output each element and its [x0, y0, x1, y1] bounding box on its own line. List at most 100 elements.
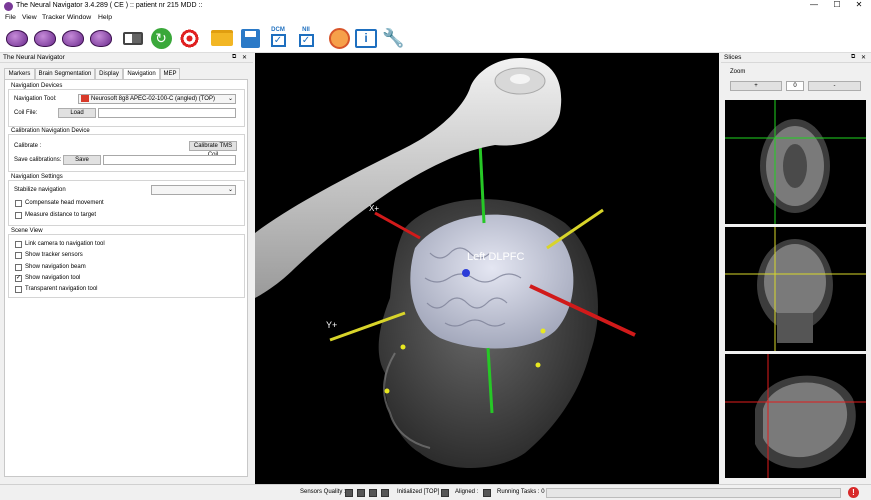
slices-panel: Slices ⧉ ✕ Zoom + 0 -	[721, 53, 871, 484]
tab-brain-segmentation[interactable]: Brain Segmentation	[35, 68, 95, 79]
brain-view-2-button[interactable]	[33, 26, 57, 50]
toggle-icon	[123, 31, 143, 45]
brain-icon	[34, 29, 56, 47]
nav-tool-label: Navigation Tool:	[14, 96, 57, 102]
save-icon	[240, 28, 260, 48]
compensate-label: Compensate head movement	[25, 200, 104, 206]
open-folder-button[interactable]	[210, 26, 234, 50]
coronal-slice[interactable]	[725, 227, 866, 351]
dicom-icon: DCM ✓	[270, 27, 286, 47]
toolbar: ↻ DCM ✓ NII ✓ i 🔧	[0, 24, 871, 53]
measure-distance-label: Measure distance to target	[25, 212, 97, 218]
menu-file[interactable]: File	[5, 14, 16, 21]
running-tasks-label: Running Tasks : 0	[497, 489, 545, 495]
stabilize-label: Stabilize navigation	[14, 187, 66, 193]
measure-distance-checkbox[interactable]	[15, 212, 22, 219]
sensor-indicator	[381, 489, 389, 497]
title-bar: The Neural Navigator 3.4.289 ( CE ) :: p…	[0, 0, 871, 13]
info-button[interactable]: i	[354, 26, 378, 50]
show-navigation-tool-label: Show navigation tool	[25, 275, 81, 281]
sensor-indicator	[345, 489, 353, 497]
coil-file-label: Coil File:	[14, 110, 38, 116]
toggle-view-button[interactable]	[121, 26, 145, 50]
show-navigation-tool-checkbox[interactable]: ✓	[15, 275, 22, 282]
panel-float-icon[interactable]: ⧉	[851, 54, 855, 61]
target-icon	[178, 27, 200, 49]
y-axis-label: Y+	[326, 320, 337, 330]
fiducial-marker	[384, 388, 390, 394]
refresh-icon: ↻	[150, 27, 172, 49]
fiducial-marker	[540, 328, 546, 334]
initialized-label: Initialized [TOP]	[397, 489, 440, 495]
window-title: The Neural Navigator 3.4.289 ( CE ) :: p…	[16, 2, 203, 9]
compensate-checkbox[interactable]	[15, 200, 22, 207]
menu-tracker[interactable]: Tracker	[42, 14, 65, 21]
target-label: Left DLPFC	[467, 251, 525, 263]
patient-button[interactable]	[327, 26, 351, 50]
target-button[interactable]	[177, 26, 201, 50]
close-button[interactable]: ✕	[851, 0, 867, 9]
panel-close-icon[interactable]: ✕	[242, 54, 247, 61]
dicom-import-button[interactable]: DCM ✓	[266, 26, 290, 50]
fiducial-marker	[535, 362, 541, 368]
tab-display[interactable]: Display	[95, 68, 123, 79]
menu-view[interactable]: View	[22, 14, 37, 21]
task-progress-bar	[546, 488, 841, 498]
tab-navigation[interactable]: Navigation	[123, 68, 160, 79]
save-button[interactable]	[238, 26, 262, 50]
panel-float-icon[interactable]: ⧉	[232, 54, 236, 61]
patient-icon	[328, 27, 350, 49]
save-calibration-button[interactable]: Save	[63, 155, 101, 165]
sensors-quality-label: Sensors Quality :	[300, 489, 346, 495]
navigator-panel: The Neural Navigator ⧉ ✕ Markers Brain S…	[0, 53, 253, 484]
zoom-out-button[interactable]: -	[808, 81, 861, 91]
zoom-in-button[interactable]: +	[730, 81, 782, 91]
3d-scene: Left DLPFC X+ Y+	[255, 58, 636, 468]
brain-view-3-button[interactable]	[61, 26, 85, 50]
stabilize-select[interactable]: ⌄	[151, 185, 236, 195]
calibrate-label: Calibrate :	[14, 143, 42, 149]
axial-slice[interactable]	[725, 100, 866, 224]
show-navigation-beam-label: Show navigation beam	[25, 264, 86, 270]
nav-tool-select[interactable]: Neurosoft 8g8 APEC-02-100-C (angled) (TO…	[78, 94, 236, 104]
show-navigation-beam-checkbox[interactable]	[15, 264, 22, 271]
brain-view-4-button[interactable]	[89, 26, 113, 50]
initialized-indicator	[441, 489, 449, 497]
info-icon: i	[355, 28, 377, 48]
zoom-value[interactable]: 0	[786, 81, 804, 91]
menu-window[interactable]: Window	[67, 14, 91, 21]
tab-markers[interactable]: Markers	[4, 68, 35, 79]
alert-icon[interactable]: !	[848, 487, 859, 498]
calibrate-tms-coil-button[interactable]: Calibrate TMS Coil	[189, 141, 237, 158]
show-tracker-sensors-label: Show tracker sensors	[25, 252, 83, 258]
brain-view-1-button[interactable]	[5, 26, 29, 50]
minimize-button[interactable]: —	[806, 0, 822, 9]
brain-icon	[6, 29, 28, 47]
maximize-button[interactable]: ☐	[829, 0, 845, 9]
save-calibrations-label: Save calibrations:	[14, 157, 62, 163]
save-calibration-field[interactable]	[103, 155, 236, 165]
aligned-indicator	[483, 489, 491, 497]
wrench-icon: 🔧	[382, 28, 405, 48]
link-camera-checkbox[interactable]	[15, 241, 22, 248]
nifti-import-button[interactable]: NII ✓	[294, 26, 318, 50]
nifti-icon: NII ✓	[296, 27, 316, 49]
tab-mep[interactable]: MEP	[160, 68, 180, 79]
panel-close-icon[interactable]: ✕	[861, 54, 866, 61]
sagittal-slice[interactable]	[725, 354, 866, 478]
target-marker	[462, 269, 470, 277]
settings-button[interactable]: 🔧	[381, 26, 405, 50]
chevron-down-icon: ⌄	[227, 96, 233, 102]
3d-viewport[interactable]: Left DLPFC X+ Y+	[255, 53, 719, 484]
fiducial-marker	[400, 344, 406, 350]
chevron-down-icon: ⌄	[227, 187, 233, 193]
refresh-button[interactable]: ↻	[149, 26, 173, 50]
status-bar: Sensors Quality : Initialized [TOP] Alig…	[0, 484, 871, 500]
brain-icon	[62, 29, 84, 47]
load-button[interactable]: Load	[58, 108, 96, 118]
menu-help[interactable]: Help	[98, 14, 112, 21]
transparent-tool-label: Transparent navigation tool	[25, 286, 98, 292]
coil-file-field[interactable]	[98, 108, 236, 118]
transparent-tool-checkbox[interactable]	[15, 286, 22, 293]
show-tracker-sensors-checkbox[interactable]	[15, 252, 22, 259]
